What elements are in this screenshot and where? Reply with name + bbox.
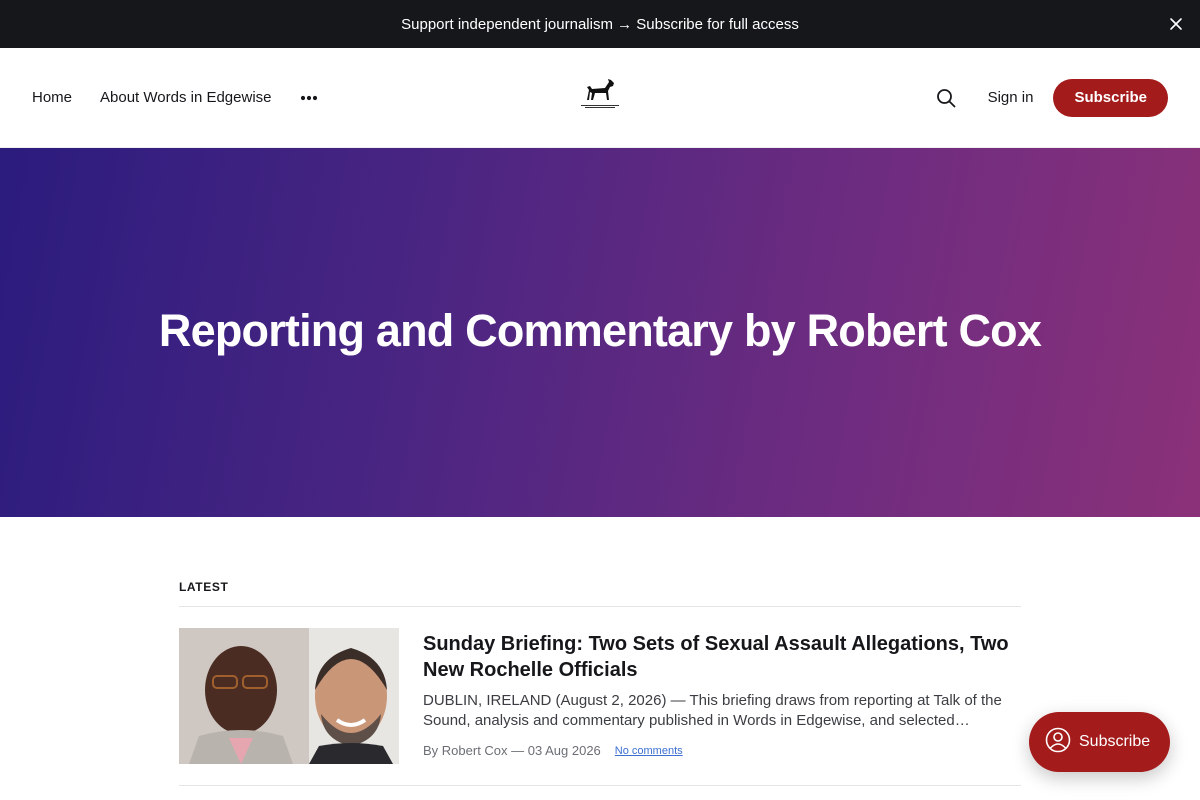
- close-icon[interactable]: [1168, 16, 1184, 32]
- portal-subscribe-label: Subscribe: [1079, 733, 1151, 750]
- announcement-bar[interactable]: Support independent journalism → Subscri…: [0, 0, 1200, 48]
- user-circle-icon: [1045, 727, 1071, 758]
- ellipsis-icon[interactable]: [300, 95, 318, 101]
- site-header: Home About Words in Edgewise Sign in Sub…: [0, 48, 1200, 148]
- dog-logo-icon[interactable]: [578, 76, 622, 120]
- post-body: Sunday Briefing: Two Sets of Sexual Assa…: [423, 628, 1021, 764]
- nav-home[interactable]: Home: [32, 89, 72, 106]
- hero-banner: Reporting and Commentary by Robert Cox: [0, 148, 1200, 517]
- post-thumbnail[interactable]: [179, 628, 399, 764]
- hero-title: Reporting and Commentary by Robert Cox: [158, 304, 1042, 356]
- post-title[interactable]: Sunday Briefing: Two Sets of Sexual Assa…: [423, 631, 1021, 683]
- subscribe-button[interactable]: Subscribe: [1053, 78, 1168, 117]
- search-icon[interactable]: [926, 78, 966, 118]
- signin-link[interactable]: Sign in: [988, 89, 1034, 106]
- nav-about[interactable]: About Words in Edgewise: [100, 89, 271, 106]
- feed-label: LATEST: [179, 580, 1021, 607]
- post-byline: By Robert Cox — 03 Aug 2026: [423, 743, 601, 758]
- announcement-text[interactable]: Support independent journalism → Subscri…: [401, 16, 799, 33]
- comments-link[interactable]: No comments: [615, 745, 683, 757]
- post-feed: LATEST Sunday Briefing: Two Sets of Sexu…: [179, 517, 1021, 786]
- post-meta: By Robert Cox — 03 Aug 2026 No comments: [423, 743, 1021, 758]
- post-excerpt: DUBLIN, IRELAND (August 2, 2026) — This …: [423, 692, 1002, 729]
- portal-subscribe-button[interactable]: Subscribe: [1029, 712, 1170, 772]
- header-actions: Sign in Subscribe: [926, 78, 1168, 118]
- post-card[interactable]: Sunday Briefing: Two Sets of Sexual Assa…: [179, 607, 1021, 786]
- primary-nav: Home About Words in Edgewise: [32, 89, 318, 106]
